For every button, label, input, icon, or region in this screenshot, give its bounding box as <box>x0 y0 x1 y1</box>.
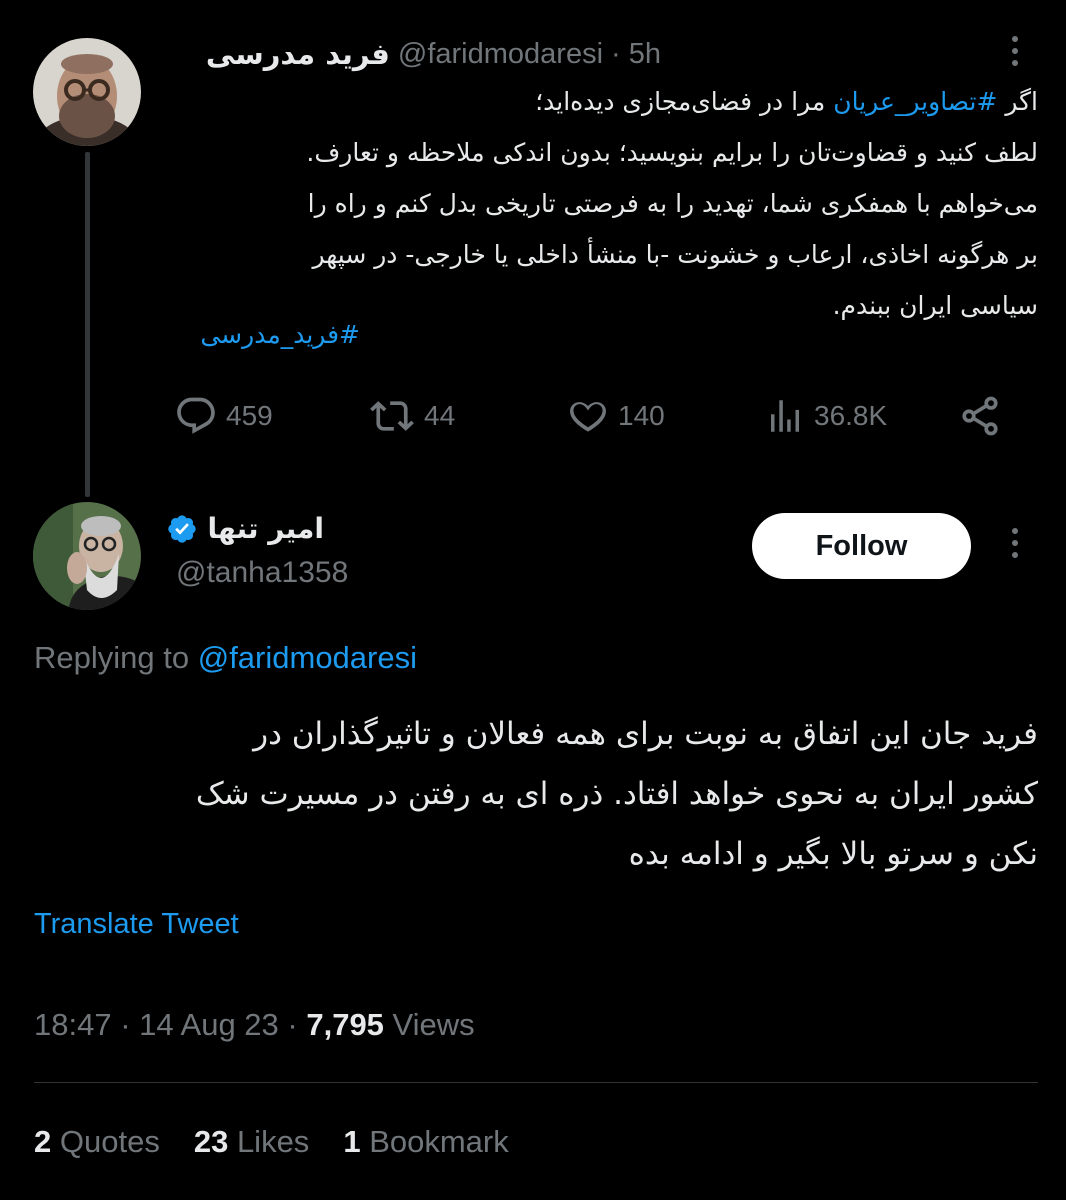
retweet-button[interactable]: 44 <box>368 391 455 441</box>
engagement-stats: 2 Quotes 23 Likes 1 Bookmark <box>34 1124 509 1160</box>
quotes-link[interactable]: 2 Quotes <box>34 1124 160 1160</box>
like-icon <box>570 402 606 432</box>
thread-connector-line <box>85 152 90 497</box>
tweet2-name-row: امیر تنها <box>166 512 324 545</box>
retweet-icon <box>370 401 414 431</box>
translate-tweet-link[interactable]: Translate Tweet <box>34 908 239 941</box>
like-button[interactable]: 140 <box>566 391 665 441</box>
share-icon <box>962 396 998 436</box>
bookmarks-link[interactable]: 1 Bookmark <box>343 1124 508 1160</box>
tweet1-text-rest: لطف کنید و قضاوت‌تان را برایم بنویسید؛ ب… <box>306 138 1038 320</box>
tweet1-handle[interactable]: @faridmodaresi <box>398 38 603 71</box>
bookmarks-count: 1 <box>343 1124 361 1159</box>
likes-count: 23 <box>193 1124 229 1159</box>
hashtag-link[interactable]: #تصاویر_عریان <box>833 87 997 116</box>
avatar-tanha1358[interactable] <box>33 502 141 610</box>
reply-icon <box>177 397 215 434</box>
tweet2-timestamp: 18:47 · 14 Aug 23 · 7,795 Views <box>34 1007 475 1042</box>
tweet1-header: فرید مدرسی @faridmodaresi · 5h <box>206 34 661 74</box>
like-count: 140 <box>618 400 665 431</box>
retweet-count: 44 <box>424 400 456 431</box>
divider <box>34 1082 1038 1083</box>
avatar-faridmodaresi[interactable] <box>33 38 141 146</box>
tweet2-text: فرید جان این اتفاق به نوبت برای همه فعال… <box>195 716 1038 872</box>
replying-label: Replying to <box>34 640 198 675</box>
likes-label: Likes <box>236 1124 310 1159</box>
tweet1-author-name[interactable]: فرید مدرسی <box>206 37 390 71</box>
tweet2-more-icon[interactable] <box>1009 528 1021 558</box>
reply-count: 459 <box>226 400 273 431</box>
follow-button[interactable]: Follow <box>752 513 971 579</box>
replying-handle-link[interactable]: @faridmodaresi <box>198 640 417 675</box>
tweet1-more-icon[interactable] <box>1009 36 1021 66</box>
likes-link[interactable]: 23 Likes <box>194 1124 309 1160</box>
share-button[interactable] <box>958 391 1002 441</box>
verified-badge-icon <box>167 514 196 543</box>
reply-button[interactable]: 459 <box>174 391 273 441</box>
tweet-time[interactable]: 18:47 <box>34 1007 112 1042</box>
tweet1-hashtag-footer[interactable]: #فرید_مدرسی <box>200 320 360 349</box>
tweet2-author-name[interactable]: امیر تنها <box>208 512 324 545</box>
views-count: 36.8K <box>814 400 888 431</box>
tweet-date[interactable]: 14 Aug 23 <box>139 1007 279 1042</box>
quotes-label: Quotes <box>59 1124 160 1159</box>
tweet1-text-line1: مرا در فضای‌مجازی دیده‌اید؛ <box>535 87 834 116</box>
tweet2-handle[interactable]: @tanha1358 <box>176 556 348 590</box>
quotes-count: 2 <box>34 1124 52 1159</box>
views-button[interactable]: 36.8K <box>764 391 887 441</box>
views-label: Views <box>392 1007 475 1042</box>
replying-to: Replying to @faridmodaresi <box>34 640 417 676</box>
tweet1-time[interactable]: · 5h <box>611 38 661 71</box>
tweet1-text-prefix: اگر <box>997 87 1038 116</box>
views-total: 7,795 <box>306 1007 384 1042</box>
bookmarks-label: Bookmark <box>369 1124 509 1159</box>
views-icon <box>771 400 799 432</box>
tweet1-text: اگر #تصاویر_عریان مرا در فضای‌مجازی دیده… <box>176 76 1038 331</box>
